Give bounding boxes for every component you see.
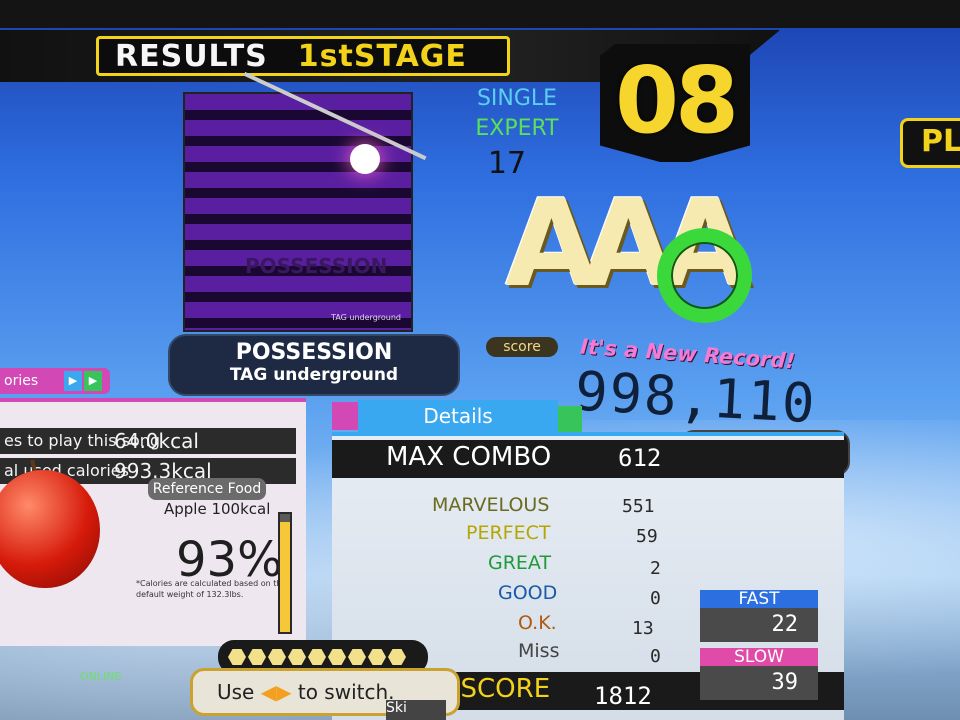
- screen-bezel: [0, 0, 960, 28]
- judge-perfect-value: 59: [636, 526, 658, 547]
- player-tag: PL: [900, 118, 960, 168]
- judge-great-label: GREAT: [488, 552, 552, 574]
- max-combo-label: MAX COMBO: [386, 442, 552, 472]
- online-status: ONLINE: [80, 670, 122, 683]
- fast-count: FAST 22: [700, 590, 818, 642]
- score-value: 998,110: [573, 359, 819, 436]
- tab-next-icon[interactable]: ▶: [84, 371, 102, 391]
- jacket-title: POSSESSION: [245, 254, 388, 278]
- stage-number: 08: [614, 47, 739, 154]
- judge-good-value: 0: [650, 588, 661, 609]
- calorie-gauge-fill: [280, 522, 290, 632]
- score-label: score: [486, 337, 558, 357]
- results-label: RESULTS: [115, 38, 268, 74]
- details-tab-label: Details: [358, 400, 558, 432]
- reference-food-label: Reference Food: [148, 478, 266, 500]
- tab-next-icon[interactable]: [558, 406, 582, 434]
- calorie-gauge: [278, 512, 292, 634]
- song-jacket: POSSESSION TAG underground: [183, 71, 427, 332]
- slow-label: SLOW: [700, 648, 818, 666]
- judge-marvelous-label: MARVELOUS: [432, 494, 550, 516]
- max-combo-row: MAX COMBO 612: [332, 440, 844, 478]
- ex-score-value: 1812: [594, 682, 652, 710]
- calories-tab[interactable]: ories ▶ ▶: [0, 368, 110, 394]
- progress-hex-icon: [268, 649, 286, 665]
- jacket-artist: TAG underground: [331, 313, 401, 322]
- details-tab[interactable]: Details: [332, 400, 582, 434]
- calories-tab-label: ories: [4, 373, 39, 389]
- tab-next-icon[interactable]: ▶: [64, 371, 82, 391]
- judge-miss-label: Miss: [518, 640, 560, 662]
- progress-hex-icon: [388, 649, 406, 665]
- calories-play-row: es to play this song 64.0kcal: [0, 428, 296, 454]
- judge-perfect-label: PERFECT: [466, 522, 551, 544]
- progress-hex-icon: [308, 649, 326, 665]
- left-right-arrow-icon: ◀▶: [260, 680, 292, 704]
- judge-miss-value: 0: [650, 646, 661, 667]
- progress-hex-icon: [328, 649, 346, 665]
- tab-prev-icon[interactable]: [332, 402, 358, 430]
- song-title: POSSESSION: [235, 340, 393, 365]
- play-style: SINGLE: [476, 86, 558, 111]
- calories-play-value: 64.0kcal: [114, 429, 199, 453]
- full-combo-ring-icon: [657, 228, 752, 323]
- max-combo-value: 612: [618, 444, 662, 472]
- progress-hex-icon: [368, 649, 386, 665]
- fast-value: 22: [700, 608, 818, 642]
- results-title: RESULTS 1stSTAGE: [96, 36, 510, 76]
- judge-good-label: GOOD: [498, 582, 558, 604]
- judge-marvelous-value: 551: [622, 496, 655, 517]
- switch-text: to switch.: [297, 680, 395, 704]
- progress-hex-icon: [228, 649, 246, 665]
- jacket-spike: [243, 71, 427, 161]
- skip-hint: Ski: [386, 700, 446, 720]
- fast-label: FAST: [700, 590, 818, 608]
- use-text: Use: [217, 680, 255, 704]
- reference-food: Apple 100kcal: [164, 500, 271, 518]
- progress-hex-icon: [288, 649, 306, 665]
- slow-value: 39: [700, 666, 818, 700]
- song-info-plate: POSSESSION TAG underground: [168, 334, 460, 396]
- jacket-glow: [350, 144, 380, 174]
- progress-hex-icon: [348, 649, 366, 665]
- difficulty: EXPERT: [475, 116, 559, 141]
- judge-ok-value: 13: [632, 618, 654, 639]
- slow-count: SLOW 39: [700, 648, 818, 700]
- song-artist: TAG underground: [229, 365, 399, 385]
- stage-label: 1stSTAGE: [297, 38, 467, 74]
- judge-ok-label: O.K.: [518, 612, 557, 634]
- judge-great-value: 2: [650, 558, 661, 579]
- progress-hex-icon: [248, 649, 266, 665]
